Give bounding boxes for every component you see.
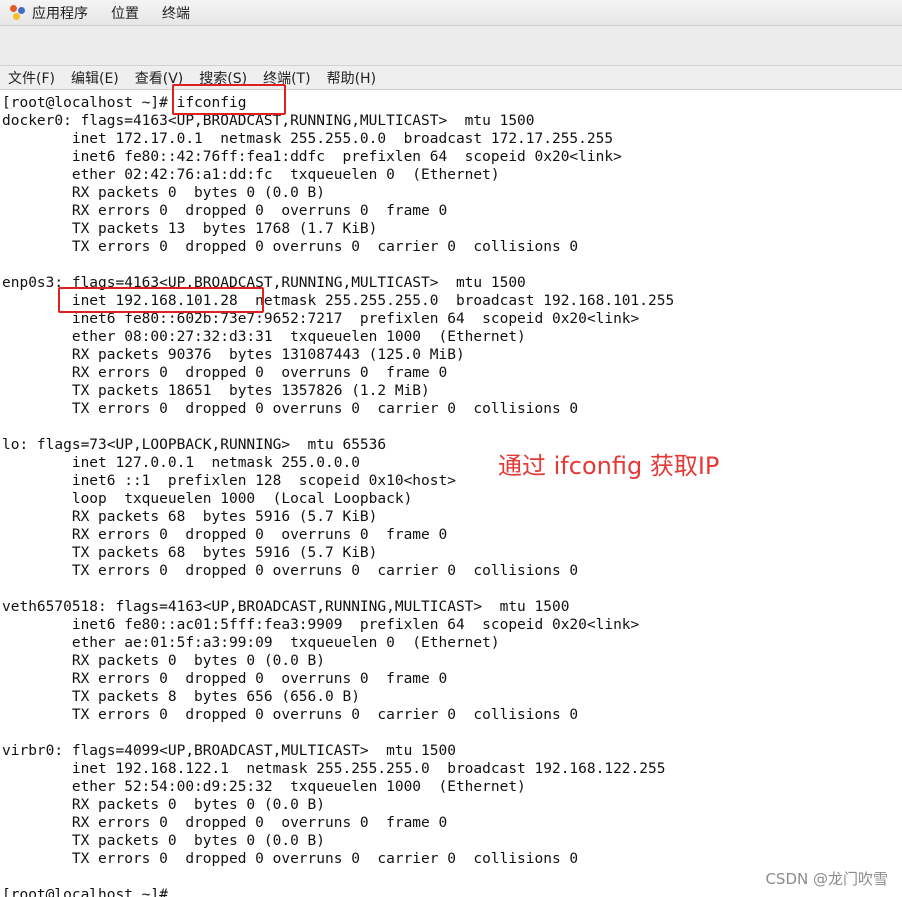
- menu-help[interactable]: 帮助(H): [327, 68, 376, 88]
- menu-edit[interactable]: 编辑(E): [71, 68, 119, 88]
- gnome-top-bar: 应用程序 位置 终端: [0, 0, 902, 26]
- csdn-watermark: CSDN @龙门吹雪: [765, 870, 888, 888]
- terminal-line: TX packets 18651 bytes 1357826 (1.2 MiB): [2, 383, 430, 399]
- topbar-terminal-menu[interactable]: 终端: [162, 3, 190, 23]
- topbar-places-menu[interactable]: 位置: [111, 3, 139, 23]
- terminal-line: inet 192.168.122.1 netmask 255.255.255.0…: [2, 761, 666, 777]
- menu-file[interactable]: 文件(F): [8, 68, 55, 88]
- terminal-line: TX errors 0 dropped 0 overruns 0 carrier…: [2, 707, 579, 723]
- terminal-line: inet 172.17.0.1 netmask 255.255.0.0 broa…: [2, 131, 614, 147]
- terminal-line: lo: flags=73<UP,LOOPBACK,RUNNING> mtu 65…: [2, 437, 387, 453]
- terminal-line: TX errors 0 dropped 0 overruns 0 carrier…: [2, 563, 579, 579]
- terminal-line: veth6570518: flags=4163<UP,BROADCAST,RUN…: [2, 599, 570, 615]
- terminal-line: RX errors 0 dropped 0 overruns 0 frame 0: [2, 527, 448, 543]
- terminal-line: RX packets 0 bytes 0 (0.0 B): [2, 185, 326, 201]
- terminal-line: RX packets 90376 bytes 131087443 (125.0 …: [2, 347, 465, 363]
- terminal-line: TX errors 0 dropped 0 overruns 0 carrier…: [2, 851, 579, 867]
- applications-logo-icon[interactable]: [10, 4, 26, 21]
- terminal-output[interactable]: [root@localhost ~]# ifconfig docker0: fla…: [2, 94, 900, 897]
- terminal-line: [root@localhost ~]# ifconfig: [2, 95, 247, 111]
- terminal-line: TX packets 8 bytes 656 (656.0 B): [2, 689, 360, 705]
- terminal-line: TX packets 68 bytes 5916 (5.7 KiB): [2, 545, 378, 561]
- annotation-text: 通过 ifconfig 获取IP: [498, 452, 720, 480]
- terminal-line: RX errors 0 dropped 0 overruns 0 frame 0: [2, 671, 448, 687]
- terminal-line: RX packets 0 bytes 0 (0.0 B): [2, 797, 326, 813]
- terminal-line: RX errors 0 dropped 0 overruns 0 frame 0: [2, 365, 448, 381]
- terminal-line: TX errors 0 dropped 0 overruns 0 carrier…: [2, 401, 579, 417]
- terminal-line: inet6 ::1 prefixlen 128 scopeid 0x10<hos…: [2, 473, 456, 489]
- command-highlight-box: [172, 84, 286, 115]
- terminal-line: RX packets 0 bytes 0 (0.0 B): [2, 653, 326, 669]
- terminal-line: RX errors 0 dropped 0 overruns 0 frame 0: [2, 815, 448, 831]
- terminal-line: loop txqueuelen 1000 (Local Loopback): [2, 491, 413, 507]
- terminal-line: TX packets 13 bytes 1768 (1.7 KiB): [2, 221, 378, 237]
- terminal-line: RX errors 0 dropped 0 overruns 0 frame 0: [2, 203, 448, 219]
- terminal-line: RX packets 68 bytes 5916 (5.7 KiB): [2, 509, 378, 525]
- window-title-bar[interactable]: [0, 26, 902, 66]
- terminal-line: virbr0: flags=4099<UP,BROADCAST,MULTICAS…: [2, 743, 456, 759]
- terminal-menubar: 文件(F) 编辑(E) 查看(V) 搜索(S) 终端(T) 帮助(H): [0, 66, 902, 90]
- terminal-line: TX packets 0 bytes 0 (0.0 B): [2, 833, 326, 849]
- terminal-line: docker0: flags=4163<UP,BROADCAST,RUNNING…: [2, 113, 535, 129]
- ip-highlight-box: [58, 287, 264, 313]
- terminal-line: ether 52:54:00:d9:25:32 txqueuelen 1000 …: [2, 779, 526, 795]
- terminal-line: ether 08:00:27:32:d3:31 txqueuelen 1000 …: [2, 329, 526, 345]
- topbar-applications-menu[interactable]: 应用程序: [32, 3, 88, 23]
- terminal-line: inet6 fe80::42:76ff:fea1:ddfc prefixlen …: [2, 149, 622, 165]
- terminal-line: inet6 fe80::ac01:5fff:fea3:9909 prefixle…: [2, 617, 640, 633]
- terminal-line: ether ae:01:5f:a3:99:09 txqueuelen 0 (Et…: [2, 635, 500, 651]
- terminal-line: TX errors 0 dropped 0 overruns 0 carrier…: [2, 239, 579, 255]
- terminal-line: inet 127.0.0.1 netmask 255.0.0.0: [2, 455, 360, 471]
- terminal-line: ether 02:42:76:a1:dd:fc txqueuelen 0 (Et…: [2, 167, 500, 183]
